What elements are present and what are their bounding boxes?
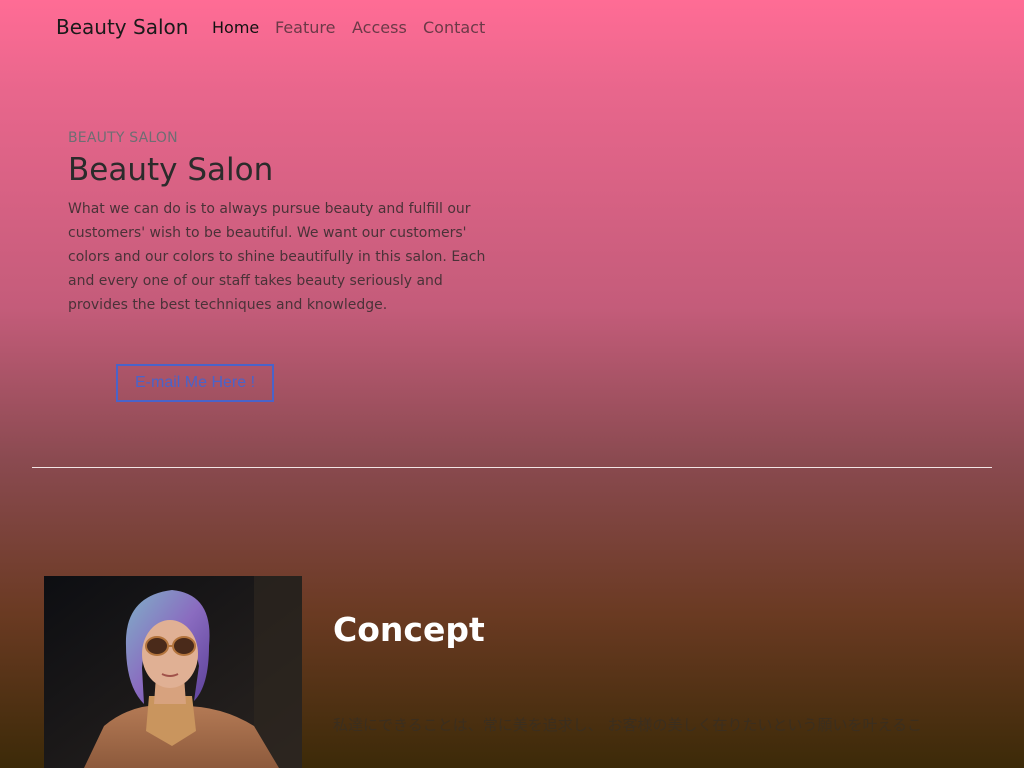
hero-title: Beauty Salon	[68, 152, 274, 188]
navbar: Beauty Salon Home Feature Access Contact	[0, 0, 1024, 56]
concept-title: Concept	[333, 610, 485, 649]
section-divider	[32, 467, 992, 468]
nav-link-home[interactable]: Home	[212, 18, 259, 37]
woman-portrait-image	[44, 576, 302, 768]
brand-logo[interactable]: Beauty Salon	[56, 15, 188, 39]
nav-link-feature[interactable]: Feature	[275, 18, 335, 37]
hero-description: What we can do is to always pursue beaut…	[68, 201, 486, 313]
email-button[interactable]: E-mail Me Here !	[116, 364, 274, 402]
nav-link-contact[interactable]: Contact	[423, 18, 485, 37]
concept-photo	[44, 576, 302, 768]
concept-text: 私達にできることは、常に美を追求し、 お客様の美しく在りたいという願いを叶えるこ	[333, 716, 923, 734]
hero-kicker: BEAUTY SALON	[68, 130, 178, 146]
nav-link-access[interactable]: Access	[352, 18, 407, 37]
